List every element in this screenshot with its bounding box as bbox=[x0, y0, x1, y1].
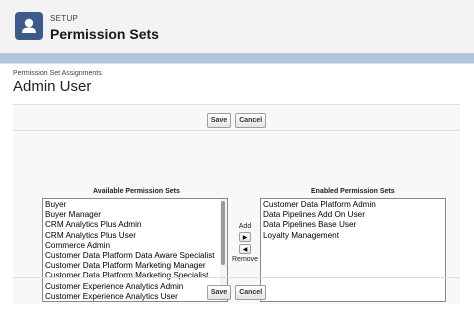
add-label: Add bbox=[238, 223, 252, 230]
list-item[interactable]: Loyalty Management bbox=[263, 231, 445, 241]
divider bbox=[13, 277, 460, 278]
list-item[interactable]: Commerce Admin bbox=[45, 241, 227, 251]
cancel-button-top[interactable]: Cancel bbox=[235, 113, 267, 128]
cancel-button-bottom[interactable]: Cancel bbox=[235, 285, 267, 300]
top-button-row: Save Cancel bbox=[13, 110, 460, 132]
save-button-top[interactable]: Save bbox=[206, 113, 232, 128]
assignment-subtitle: Permission Set Assignments bbox=[13, 70, 102, 77]
save-button-bottom[interactable]: Save bbox=[206, 285, 232, 300]
add-arrow-button[interactable]: ▶ bbox=[239, 232, 251, 242]
remove-arrow-button[interactable]: ◀ bbox=[239, 244, 251, 254]
scrollbar-thumb[interactable] bbox=[221, 201, 225, 265]
page-header: SETUP Permission Sets bbox=[0, 0, 474, 54]
remove-label: Remove bbox=[232, 256, 259, 263]
list-item[interactable]: Customer Data Platform Admin bbox=[263, 200, 445, 210]
available-heading: Available Permission Sets bbox=[93, 188, 180, 195]
main-content: Permission Set Assignments Admin User Sa… bbox=[0, 63, 474, 310]
divider bbox=[13, 130, 460, 131]
page-title: Permission Sets bbox=[50, 26, 159, 42]
mover-controls: Add ▶ ◀ Remove bbox=[232, 223, 258, 263]
enabled-heading: Enabled Permission Sets bbox=[311, 188, 395, 195]
list-item[interactable]: Buyer Manager bbox=[45, 210, 227, 220]
assignment-panel: Save Cancel Available Permission Sets En… bbox=[13, 104, 460, 304]
bottom-button-row: Save Cancel bbox=[13, 282, 460, 304]
setup-label: SETUP bbox=[50, 14, 79, 23]
list-item[interactable]: CRM Analytics Plus Admin bbox=[45, 220, 227, 230]
list-item[interactable]: Data Pipelines Add On User bbox=[263, 210, 445, 220]
list-item[interactable]: Buyer bbox=[45, 200, 227, 210]
list-item[interactable]: Customer Data Platform Data Aware Specia… bbox=[45, 251, 227, 261]
list-item[interactable]: CRM Analytics Plus User bbox=[45, 231, 227, 241]
record-name: Admin User bbox=[13, 78, 92, 95]
list-item[interactable]: Customer Data Platform Marketing Manager bbox=[45, 261, 227, 271]
list-item[interactable]: Data Pipelines Base User bbox=[263, 220, 445, 230]
person-icon bbox=[15, 12, 43, 40]
